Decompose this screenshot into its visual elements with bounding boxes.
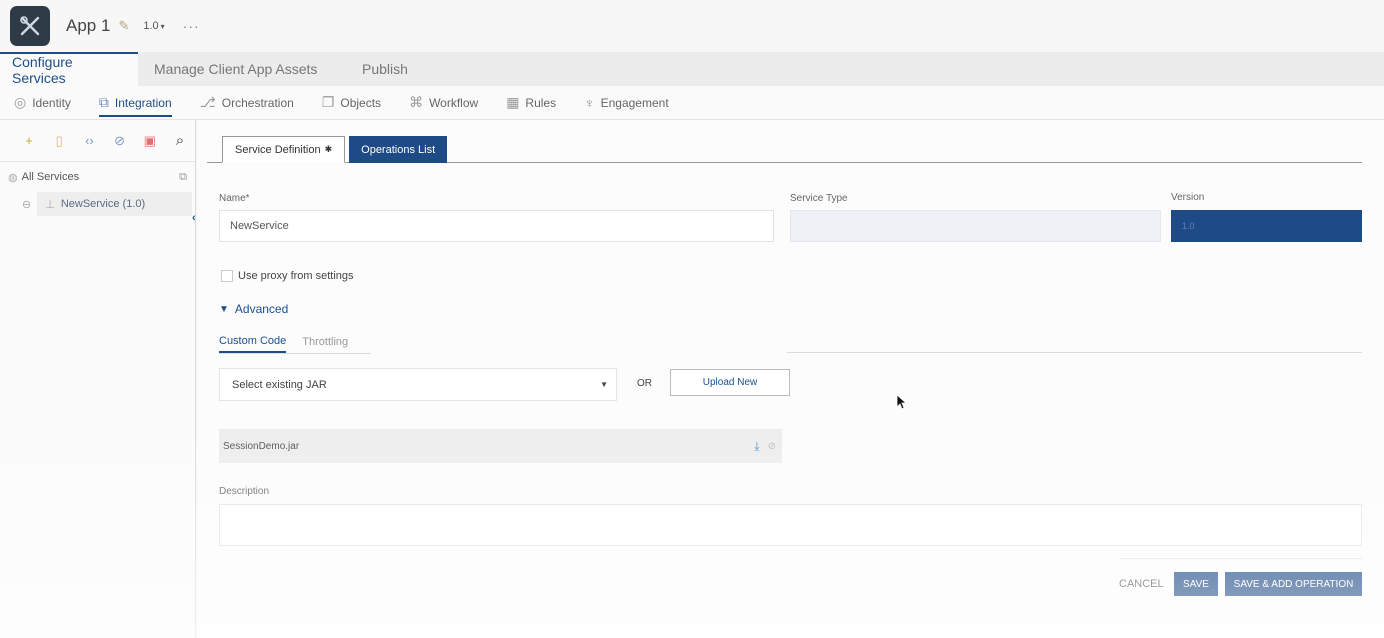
more-menu[interactable]: ···	[183, 18, 200, 34]
nav-objects-label: Objects	[340, 95, 382, 110]
editor-tabs: Service Definition ✱ Operations List	[207, 136, 1362, 163]
tab-service-definition[interactable]: Service Definition ✱	[222, 136, 346, 163]
main-tabs: Configure Services Manage Client App Ass…	[0, 52, 1384, 86]
orchestration-icon: ⎇	[199, 94, 216, 110]
clone-icon[interactable]: ▯	[44, 133, 74, 149]
tab-service-definition-label: Service Definition	[235, 143, 321, 156]
add-icon[interactable]: +	[14, 133, 44, 148]
nav-rules[interactable]: ▦ Rules	[506, 86, 556, 120]
tab-publish[interactable]: Publish	[334, 52, 420, 86]
divider	[787, 352, 1362, 353]
nav-identity[interactable]: ◎ Identity	[14, 86, 71, 120]
save-button[interactable]: SAVE	[1174, 572, 1218, 596]
nav-rules-label: Rules	[525, 95, 557, 110]
jar-file-name: SessionDemo.jar	[223, 440, 300, 452]
upload-new-button[interactable]: Upload New	[670, 369, 790, 396]
nav-engagement[interactable]: ♆ Engagement	[584, 86, 669, 120]
nav-engagement-label: Engagement	[600, 95, 669, 110]
tab-manage-client-app-assets[interactable]: Manage Client App Assets	[138, 52, 334, 86]
tab-configure-services[interactable]: Configure Services	[0, 52, 138, 86]
description-input[interactable]	[219, 504, 1362, 546]
search-icon[interactable]: ⌕	[165, 132, 195, 149]
nav-orchestration-label: Orchestration	[221, 95, 294, 110]
all-services-label: All Services	[21, 171, 80, 183]
jar-select-label: Select existing JAR	[232, 378, 327, 391]
version-input[interactable]: 1.0	[1171, 210, 1362, 242]
link-icon[interactable]: ⊘	[105, 133, 135, 149]
tab-throttling[interactable]: Throttling	[302, 330, 364, 353]
nav-integration-label: Integration	[114, 95, 172, 110]
jar-file-row: SessionDemo.jar ⤓ ⊘	[219, 429, 782, 463]
copy-icon[interactable]: ⧉	[179, 171, 187, 184]
nav-orchestration[interactable]: ⎇ Orchestration	[200, 86, 294, 120]
top-bar: App 1 ✎ 1.0 ▾ ···	[0, 0, 1384, 52]
name-label: Name*	[219, 193, 250, 204]
all-services-header[interactable]: ◍ All Services ⧉	[0, 162, 195, 192]
app-logo[interactable]	[10, 6, 50, 46]
service-type-nav: ◎ Identity ⧉ Integration ⎇ Orchestration…	[0, 86, 1384, 120]
description-label: Description	[219, 486, 270, 497]
service-icon: ⊥	[45, 198, 55, 211]
unsaved-mark-icon: ✱	[324, 144, 333, 154]
tools-icon	[20, 16, 40, 36]
nav-integration[interactable]: ⧉ Integration	[98, 86, 172, 120]
caret-down-icon: ▼	[600, 380, 608, 389]
collapse-sidebar-icon[interactable]: ‹	[192, 212, 196, 224]
cancel-button[interactable]: CANCEL	[1119, 578, 1164, 590]
chevron-down-icon: ▼	[219, 303, 229, 315]
service-name: NewService (1.0)	[60, 198, 146, 210]
integration-icon: ⧉	[98, 94, 109, 110]
advanced-toggle[interactable]: ▼ Advanced	[219, 302, 288, 316]
service-type-label: Service Type	[790, 193, 848, 204]
or-label: OR	[637, 378, 652, 389]
caret-down-icon: ▾	[160, 22, 165, 31]
proxy-checkbox[interactable]	[221, 270, 233, 282]
nav-objects[interactable]: ❐ Objects	[322, 86, 381, 120]
delete-icon[interactable]: ▣	[135, 133, 165, 149]
service-tree-item[interactable]: ⊖ ⊥ NewService (1.0)	[22, 192, 195, 216]
save-add-operation-button[interactable]: SAVE & ADD OPERATION	[1225, 572, 1362, 596]
download-icon[interactable]: ⤓	[754, 439, 759, 454]
tab-operations-list[interactable]: Operations List	[349, 136, 448, 163]
globe-icon: ◍	[8, 171, 18, 184]
tab-custom-code[interactable]: Custom Code	[219, 330, 287, 353]
version-field-label: Version	[1171, 192, 1205, 203]
collapse-icon[interactable]: ⊖	[22, 198, 31, 211]
divider	[1119, 558, 1362, 559]
sidebar-toolbar: + ▯ ‹› ⊘ ▣ ⌕	[0, 120, 195, 162]
objects-icon: ❐	[321, 94, 335, 110]
nav-workflow[interactable]: ⌘ Workflow	[409, 86, 478, 120]
engagement-icon: ♆	[584, 94, 595, 111]
app-title: App 1	[66, 16, 111, 35]
proxy-label: Use proxy from settings	[238, 270, 354, 282]
version-label: 1.0	[143, 20, 159, 32]
remove-icon[interactable]: ⊘	[768, 441, 776, 452]
app-window: App 1 ✎ 1.0 ▾ ··· Configure Services Mana…	[0, 0, 1384, 638]
jar-select[interactable]: Select existing JAR ▼	[219, 368, 617, 401]
code-icon[interactable]: ‹›	[74, 133, 104, 148]
service-row[interactable]: ⊥ NewService (1.0)	[37, 192, 193, 216]
workflow-icon: ⌘	[409, 94, 424, 110]
mouse-cursor-icon	[896, 394, 908, 410]
advanced-tabs: Custom Code Throttling	[219, 330, 371, 354]
rules-icon: ▦	[506, 94, 520, 110]
services-sidebar: + ▯ ‹› ⊘ ▣ ⌕ ◍ All Services ⧉ ⊖ ⊥ NewSer…	[0, 120, 196, 638]
edit-pencil-icon[interactable]: ✎	[118, 18, 129, 34]
version-dropdown[interactable]: 1.0 ▾	[143, 20, 164, 32]
service-type-select[interactable]	[790, 210, 1161, 242]
name-input[interactable]: NewService	[219, 210, 774, 242]
advanced-label: Advanced	[234, 302, 289, 316]
nav-workflow-label: Workflow	[429, 95, 479, 110]
service-editor: Service Definition ✱ Operations List Nam…	[197, 120, 1384, 638]
nav-identity-label: Identity	[32, 95, 71, 110]
fingerprint-icon: ◎	[14, 94, 27, 110]
